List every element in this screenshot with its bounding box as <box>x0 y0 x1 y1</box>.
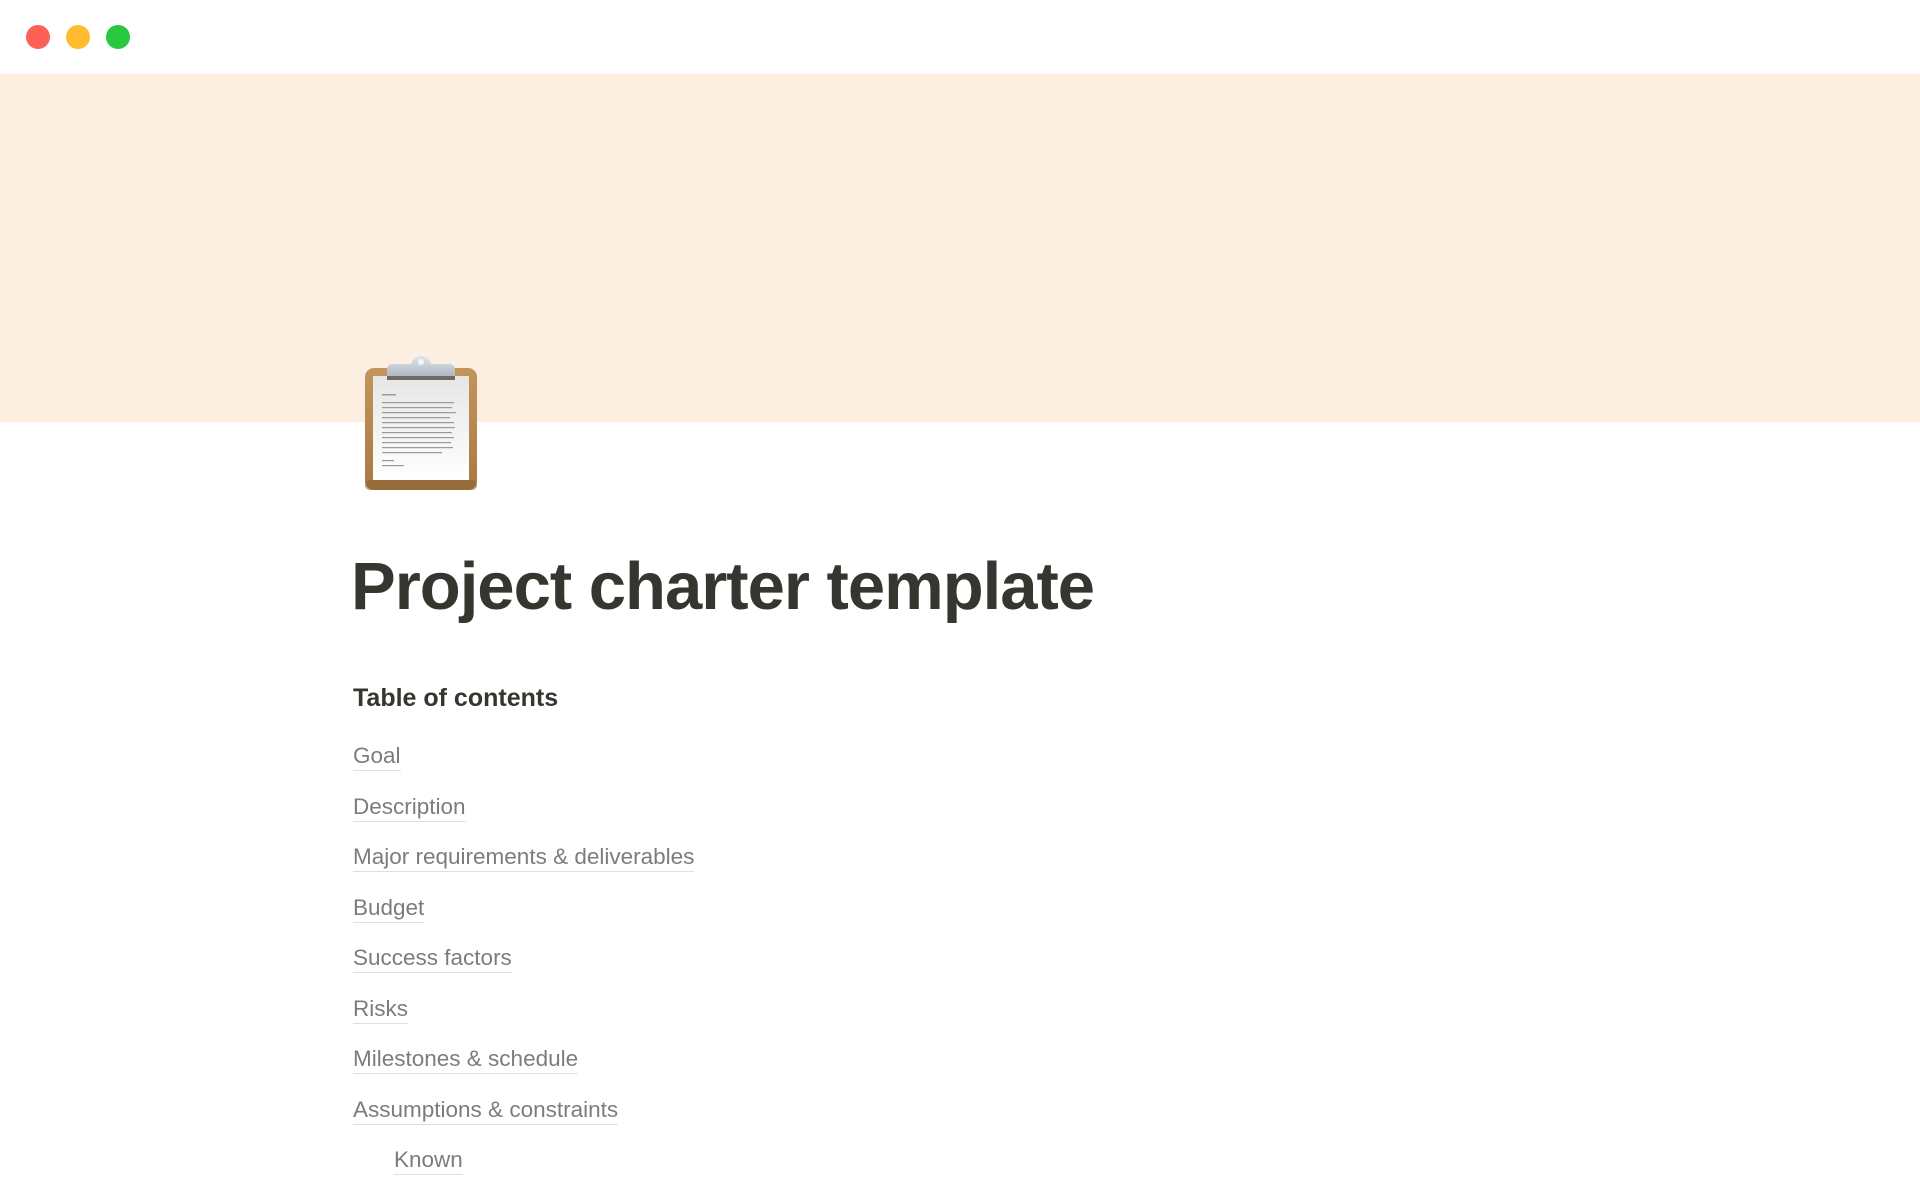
toc-item: Description <box>353 793 694 844</box>
minimize-window-button[interactable] <box>66 25 90 49</box>
toc-item: Assumptions & constraints <box>353 1096 694 1147</box>
clipboard-icon[interactable] <box>362 356 480 492</box>
toc-item: Major requirements & deliverables <box>353 843 695 894</box>
toc-link-description[interactable]: Description <box>353 793 466 822</box>
page-cover[interactable] <box>0 74 1920 422</box>
toc-item: Success factors <box>353 944 694 995</box>
close-window-button[interactable] <box>26 25 50 49</box>
toc-heading[interactable]: Table of contents <box>353 684 558 713</box>
page-title[interactable]: Project charter template <box>351 548 1095 625</box>
toc-link-known[interactable]: Known <box>394 1146 463 1175</box>
toc-link-goal[interactable]: Goal <box>353 742 401 771</box>
toc-link-assumptions[interactable]: Assumptions & constraints <box>353 1096 619 1125</box>
toc-item: Budget <box>353 894 694 945</box>
toc-link-budget[interactable]: Budget <box>353 894 425 923</box>
toc-item: Milestones & schedule <box>353 1045 694 1096</box>
toc-item: Goal <box>353 742 694 793</box>
toc-link-major-requirements[interactable]: Major requirements & deliverables <box>353 843 695 872</box>
toc-link-success-factors[interactable]: Success factors <box>353 944 512 973</box>
table-of-contents: Goal Description Major requirements & de… <box>353 742 695 1197</box>
toc-item-nested: Known <box>353 1146 694 1197</box>
maximize-window-button[interactable] <box>106 25 130 49</box>
toc-link-milestones[interactable]: Milestones & schedule <box>353 1045 579 1074</box>
toc-item: Risks <box>353 995 694 1046</box>
toc-link-risks[interactable]: Risks <box>353 995 408 1024</box>
window-titlebar <box>0 0 1920 74</box>
